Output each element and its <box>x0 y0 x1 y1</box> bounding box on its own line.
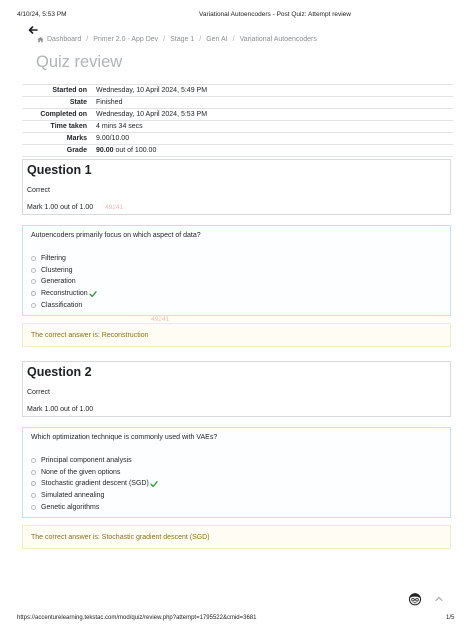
radio-button[interactable] <box>31 458 36 464</box>
summary-label: Grade <box>22 144 92 157</box>
summary-label: Completed on <box>22 108 92 121</box>
breadcrumb-stage[interactable]: Stage 1 <box>170 36 194 43</box>
breadcrumb-separator: / <box>232 36 235 43</box>
breadcrumb-course[interactable]: Primer 2.0 - App Dev <box>93 36 158 43</box>
breadcrumb-separator: / <box>163 36 166 43</box>
print-url: https://accenturelearning.tekstac.com/mo… <box>17 615 257 621</box>
radio-button[interactable] <box>31 279 36 285</box>
question-info-2: Question 2 Correct Mark 1.00 out of 1.00 <box>22 361 451 417</box>
summary-value: 4 mins 34 secs <box>92 120 453 133</box>
question-title: Question 2 <box>27 365 92 379</box>
grade-value: 90.00 <box>96 147 114 154</box>
breadcrumb: Dashboard / Primer 2.0 - App Dev / Stage… <box>37 36 317 43</box>
summary-row-state: State Finished <box>22 96 453 109</box>
question-formulation-2: Which optimization technique is commonly… <box>22 427 451 518</box>
avatar-icon[interactable] <box>408 592 422 606</box>
answer-option[interactable]: Filtering <box>31 253 442 265</box>
home-icon <box>37 36 44 43</box>
answer-option-selected[interactable]: Reconstruction <box>31 288 442 300</box>
question-info-1: Question 1 Correct Mark 1.00 out of 1.00… <box>22 159 451 215</box>
question-text: Which optimization technique is commonly… <box>31 434 218 441</box>
radio-button[interactable] <box>31 267 36 273</box>
summary-row-marks: Marks 9.00/10.00 <box>22 132 453 145</box>
radio-button-checked[interactable] <box>31 481 36 487</box>
answer-option-selected[interactable]: Stochastic gradient descent (SGD) <box>31 478 442 490</box>
answer-option[interactable]: None of the given options <box>31 467 442 479</box>
breadcrumb-separator: / <box>199 36 202 43</box>
radio-button[interactable] <box>31 302 36 308</box>
check-icon <box>150 481 158 488</box>
attempt-summary-table: Started on Wednesday, 10 April 2024, 5:4… <box>22 84 453 157</box>
watermark-text: 49241 <box>105 204 124 211</box>
breadcrumb-current[interactable]: Variational Autoencoders <box>240 36 317 43</box>
question-text: Autoencoders primarily focus on which as… <box>31 232 201 239</box>
summary-value: Wednesday, 10 April 2024, 5:53 PM <box>92 108 453 121</box>
breadcrumb-separator: / <box>86 36 89 43</box>
summary-label: Marks <box>22 132 92 145</box>
radio-button[interactable] <box>31 504 36 510</box>
answer-option[interactable]: Genetic algorithms <box>31 501 442 513</box>
summary-value: Finished <box>92 96 453 109</box>
radio-button[interactable] <box>31 493 36 499</box>
summary-label: Time taken <box>22 120 92 133</box>
question-state: Correct <box>27 389 50 396</box>
correct-answer-text: The correct answer is: Reconstruction <box>31 331 149 339</box>
arrow-left-icon[interactable] <box>27 24 39 36</box>
summary-row-grade: Grade 90.00 out of 100.00 <box>22 144 453 157</box>
check-icon <box>89 290 97 297</box>
print-page-number: 1/5 <box>446 615 455 621</box>
radio-button-checked[interactable] <box>31 291 36 297</box>
answer-option[interactable]: Classification <box>31 299 442 311</box>
summary-label: Started on <box>22 84 92 97</box>
answer-options: Filtering Clustering Generation Reconstr… <box>31 253 442 311</box>
answer-option[interactable]: Principal component analysis <box>31 455 442 467</box>
summary-row-time-taken: Time taken 4 mins 34 secs <box>22 120 453 133</box>
question-mark: Mark 1.00 out of 1.00 49241 <box>27 204 124 211</box>
print-document-title: Variational Autoencoders - Post Quiz: At… <box>199 11 351 18</box>
answer-options: Principal component analysis None of the… <box>31 455 442 513</box>
breadcrumb-section[interactable]: Gen AI <box>206 36 227 43</box>
question-formulation-1: Autoencoders primarily focus on which as… <box>22 225 451 316</box>
summary-value: 9.00/10.00 <box>92 132 453 145</box>
answer-option[interactable]: Generation <box>31 276 442 288</box>
answer-option[interactable]: Clustering <box>31 265 442 277</box>
summary-label: State <box>22 96 92 109</box>
question-mark: Mark 1.00 out of 1.00 <box>27 406 94 413</box>
radio-button[interactable] <box>31 256 36 262</box>
feedback-box-2: The correct answer is: Stochastic gradie… <box>22 525 451 549</box>
summary-value: Wednesday, 10 April 2024, 5:49 PM <box>92 84 453 97</box>
question-title: Question 1 <box>27 163 92 177</box>
breadcrumb-dashboard[interactable]: Dashboard <box>47 36 81 43</box>
summary-value: 90.00 out of 100.00 <box>92 144 453 157</box>
answer-option[interactable]: Simulated annealing <box>31 490 442 502</box>
grade-suffix: out of 100.00 <box>113 147 157 154</box>
summary-row-completed: Completed on Wednesday, 10 April 2024, 5… <box>22 108 453 121</box>
chevron-up-icon[interactable] <box>434 594 444 604</box>
summary-row-started: Started on Wednesday, 10 April 2024, 5:4… <box>22 84 453 97</box>
feedback-box-1: The correct answer is: Reconstruction <box>22 323 451 347</box>
watermark-text: 49241 <box>151 316 170 323</box>
radio-button[interactable] <box>31 469 36 475</box>
correct-answer-text: The correct answer is: Stochastic gradie… <box>31 533 210 541</box>
question-state: Correct <box>27 187 50 194</box>
print-datetime: 4/10/24, 5:53 PM <box>17 11 67 18</box>
page-title: Quiz review <box>36 53 123 71</box>
